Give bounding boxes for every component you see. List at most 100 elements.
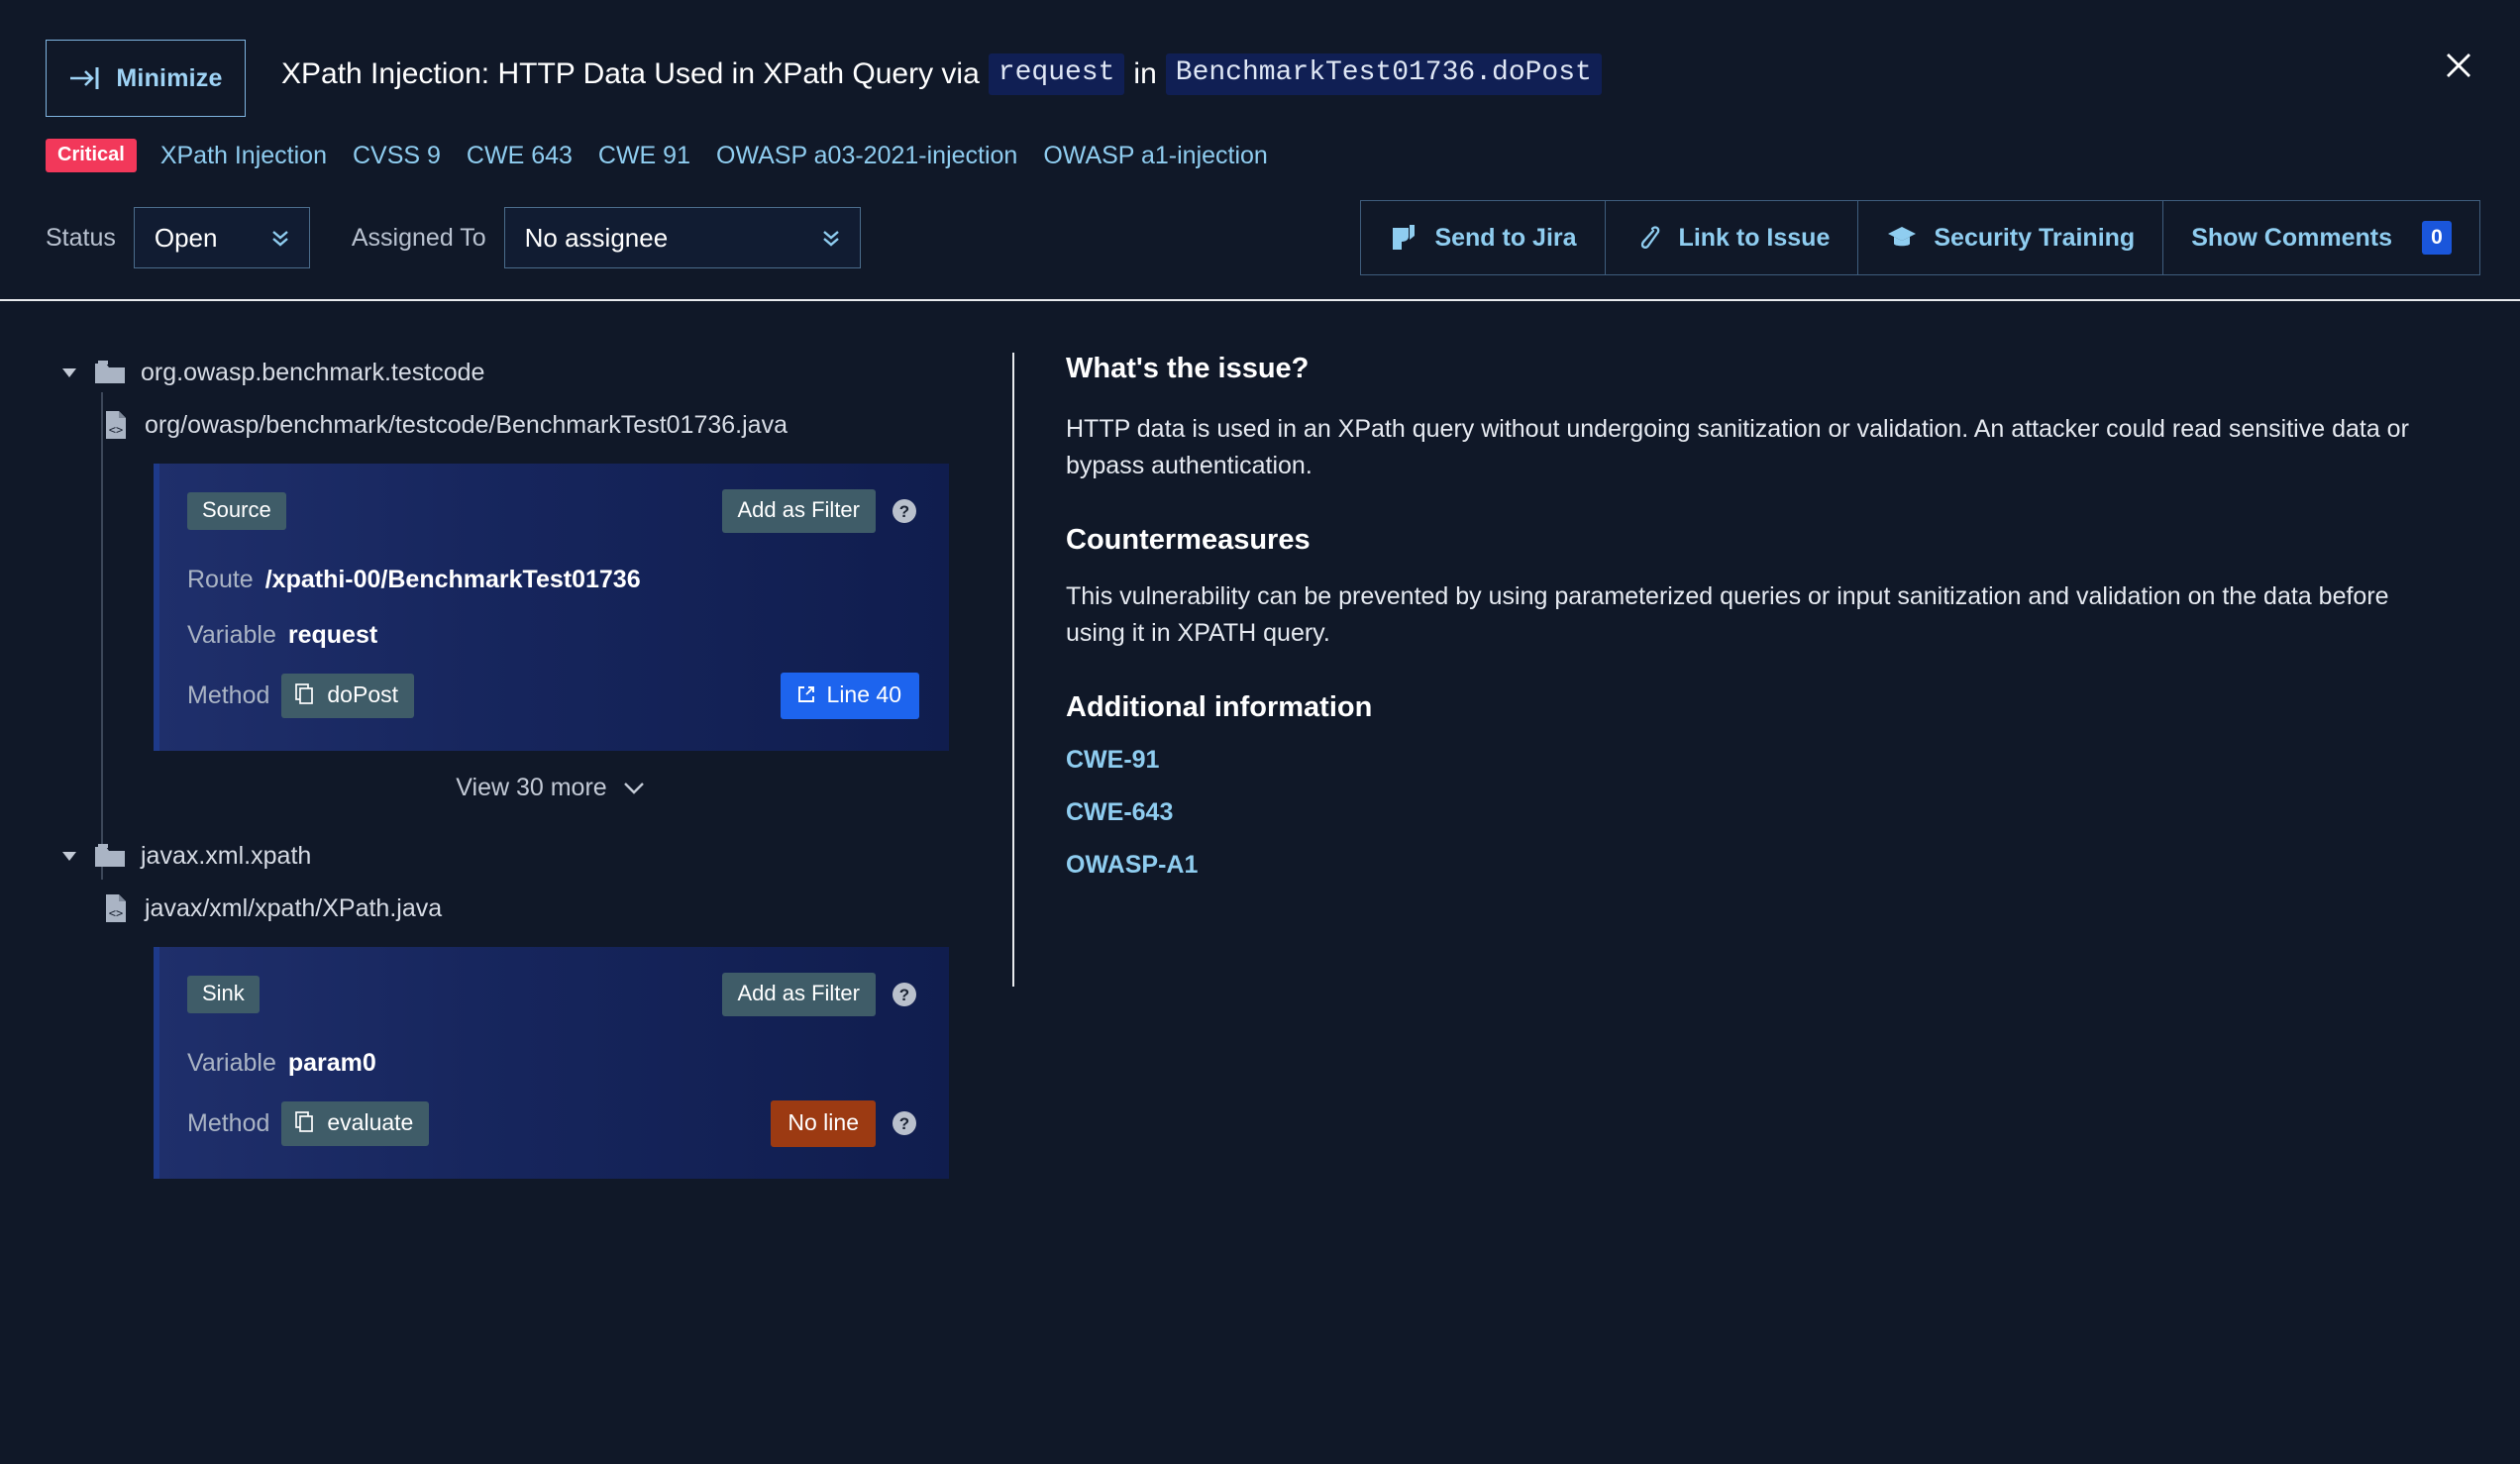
status-label: Status [46,223,116,252]
detail-body: org.owasp.benchmark.testcode <> org/owas… [0,301,2520,1430]
additional-information-links: CWE-91 CWE-643 OWASP-A1 [1066,746,2480,880]
flow-row-method: Method doPost Line 40 [187,670,919,721]
add-as-filter-button[interactable]: Add as Filter [721,489,876,533]
header-divider [0,299,2520,301]
add-as-filter-button[interactable]: Add as Filter [721,973,876,1016]
security-training-label: Security Training [1934,223,2136,252]
method-right-group: No line ? [771,1099,919,1147]
security-training-button[interactable]: Security Training [1857,200,2164,275]
view-more-button[interactable]: View 30 more [154,751,949,824]
chevron-down-icon [62,368,76,377]
svg-text:<>: <> [109,906,123,920]
chevron-down-icon [623,783,644,794]
tree-package-row[interactable]: org.owasp.benchmark.testcode [59,353,1012,392]
title-code-method: BenchmarkTest01736.doPost [1165,53,1602,96]
additional-information-heading: Additional information [1066,691,1373,723]
show-comments-button[interactable]: Show Comments 0 [2162,200,2480,275]
status-badge-severity: Critical [46,139,137,172]
controls-row: Status Open Assigned To No assignee Send… [0,172,2520,275]
assignee-select[interactable]: No assignee [503,207,861,268]
tag-cvss[interactable]: CVSS 9 [353,142,441,170]
header-actions: Send to Jira Link to Issue Security Trai… [1360,200,2480,275]
chevron-down-icon [62,852,76,861]
svg-text:?: ? [899,1114,909,1133]
flow-card-source: Source Add as Filter ? Route /xpathi-00/… [154,464,949,751]
help-icon[interactable]: ? [890,1108,919,1138]
flow-row-key: Variable [187,620,276,649]
jira-icon [1393,225,1416,250]
minimize-label: Minimize [116,63,223,92]
send-to-jira-button[interactable]: Send to Jira [1360,200,1606,275]
chevron-down-icon [272,231,288,247]
show-comments-label: Show Comments [2191,223,2392,252]
detail-header: Minimize XPath Injection: HTTP Data Used… [0,0,2520,301]
header-top-row: Minimize XPath Injection: HTTP Data Used… [0,0,2520,117]
tag-cwe-91[interactable]: CWE 91 [598,142,690,170]
tag-cwe-643[interactable]: CWE 643 [467,142,573,170]
status-select[interactable]: Open [133,207,310,268]
tag-owasp-a1[interactable]: OWASP a1-injection [1043,142,1268,170]
svg-text:<>: <> [109,423,123,437]
link-to-issue-label: Link to Issue [1678,223,1831,252]
flow-row-value: param0 [287,1048,376,1077]
help-icon[interactable]: ? [890,980,919,1009]
send-to-jira-label: Send to Jira [1434,223,1577,252]
flow-row-method: Method evaluate No line ? [187,1098,919,1149]
minimize-arrow-icon [70,67,99,89]
minimize-button[interactable]: Minimize [46,40,246,117]
method-left-group: Method doPost [187,673,414,718]
tree-file-row[interactable]: <> javax/xml/xpath/XPath.java [103,884,1012,933]
copy-icon [295,1111,314,1132]
flow-row-variable: Variable param0 [187,1042,919,1084]
assigned-to-label: Assigned To [351,223,486,252]
comment-count-badge: 0 [2422,221,2452,255]
flow-row-route: Route /xpathi-00/BenchmarkTest01736 [187,559,919,600]
tree-package-label: org.owasp.benchmark.testcode [141,358,485,386]
link-to-issue-button[interactable]: Link to Issue [1604,200,1859,275]
goto-line-button[interactable]: Line 40 [780,672,919,719]
flow-row-key: Variable [187,1048,276,1077]
method-name-label: evaluate [327,1108,414,1135]
flow-row-variable: Variable request [187,614,919,656]
method-right-group: Line 40 [780,672,919,719]
tree-group-source: org.owasp.benchmark.testcode <> org/owas… [59,353,1012,880]
external-link-icon [797,686,814,702]
link-cwe-643[interactable]: CWE-643 [1066,798,1173,827]
whats-the-issue-text: HTTP data is used in an XPath query with… [1066,415,2409,479]
tree-package-row[interactable]: javax.xml.xpath [59,836,1012,876]
status-select-value: Open [154,222,218,253]
link-owasp-a1[interactable]: OWASP-A1 [1066,851,1198,880]
dataflow-tree-panel: org.owasp.benchmark.testcode <> org/owas… [0,353,1012,1430]
flow-card-header-actions: Add as Filter ? [721,489,920,533]
svg-text:?: ? [899,502,909,521]
method-key-label: Method [187,1108,270,1137]
flow-card-sink: Sink Add as Filter ? Variable param0 Met… [154,947,949,1179]
flow-card-header: Sink Add as Filter ? [187,973,919,1016]
help-icon[interactable]: ? [890,496,919,526]
code-file-icon: <> [106,894,126,922]
countermeasures-text: This vulnerability can be prevented by u… [1066,582,2389,647]
link-cwe-91[interactable]: CWE-91 [1066,746,1159,775]
flow-row-value: request [287,620,378,649]
chevron-down-icon [822,231,839,247]
countermeasures-heading: Countermeasures [1066,524,1311,556]
link-icon [1640,226,1659,249]
tags-row: Critical XPath Injection CVSS 9 CWE 643 … [0,117,2520,172]
tree-file-row[interactable]: <> org/owasp/benchmark/testcode/Benchmar… [103,400,1012,450]
flow-card-header: Source Add as Filter ? [187,489,919,533]
whats-the-issue-heading: What's the issue? [1066,353,1310,384]
copy-method-chip[interactable]: evaluate [281,1100,430,1146]
graduation-cap-icon [1888,227,1917,247]
copy-icon [295,683,314,704]
folder-icon [95,361,125,383]
issue-description-panel: What's the issue? HTTP data is used in a… [1012,353,2520,987]
flow-kind-chip: Source [187,491,286,531]
svg-text:?: ? [899,986,909,1004]
tag-xpath-injection[interactable]: XPath Injection [160,142,327,170]
copy-method-chip[interactable]: doPost [281,673,414,718]
tree-package-label: javax.xml.xpath [141,841,312,870]
method-left-group: Method evaluate [187,1100,430,1146]
close-button[interactable] [2435,42,2482,89]
method-key-label: Method [187,680,270,709]
tag-owasp-a03[interactable]: OWASP a03-2021-injection [716,142,1017,170]
